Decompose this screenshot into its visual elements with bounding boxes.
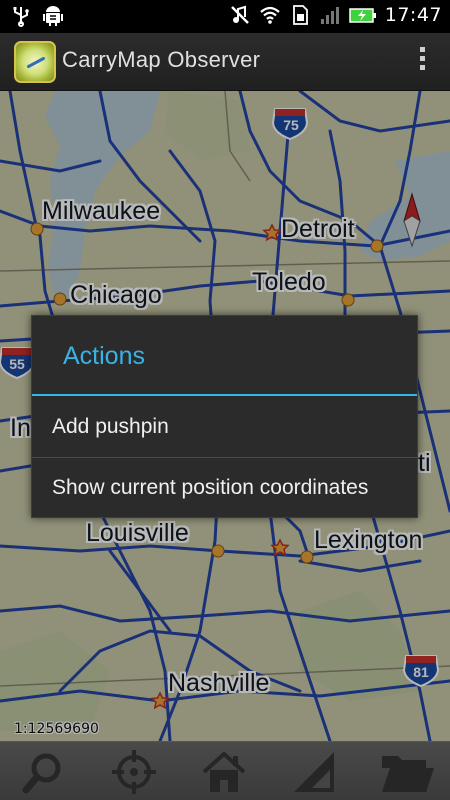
app-title: CarryMap Observer [62, 47, 261, 72]
menu-item-add-pushpin[interactable]: Add pushpin [32, 397, 417, 457]
home-icon[interactable] [200, 748, 248, 796]
usb-icon [13, 7, 29, 27]
open-folder-icon[interactable] [380, 748, 436, 796]
status-bar: 17:47 [0, 0, 450, 33]
action-bar: CarryMap Observer [0, 33, 450, 91]
dialog-title-divider [32, 394, 417, 396]
locate-crosshair-icon[interactable] [110, 748, 158, 796]
menu-item-show-position-coordinates[interactable]: Show current position coordinates [32, 458, 417, 518]
search-icon[interactable] [20, 748, 68, 796]
carrymap-app-icon[interactable] [14, 41, 56, 83]
bottom-toolbar [0, 741, 450, 800]
actions-dialog: Actions Add pushpin Show current positio… [31, 315, 418, 518]
android-debug-icon [43, 6, 63, 26]
clock: 17:47 [384, 4, 442, 26]
sim-icon [292, 5, 308, 25]
wifi-icon [260, 6, 280, 24]
battery-charging-icon [348, 8, 376, 23]
measure-ruler-icon[interactable] [290, 748, 338, 796]
overflow-menu-icon[interactable] [418, 47, 426, 77]
dialog-title: Actions [63, 342, 145, 370]
mute-icon [230, 5, 249, 24]
signal-icon [320, 7, 339, 24]
